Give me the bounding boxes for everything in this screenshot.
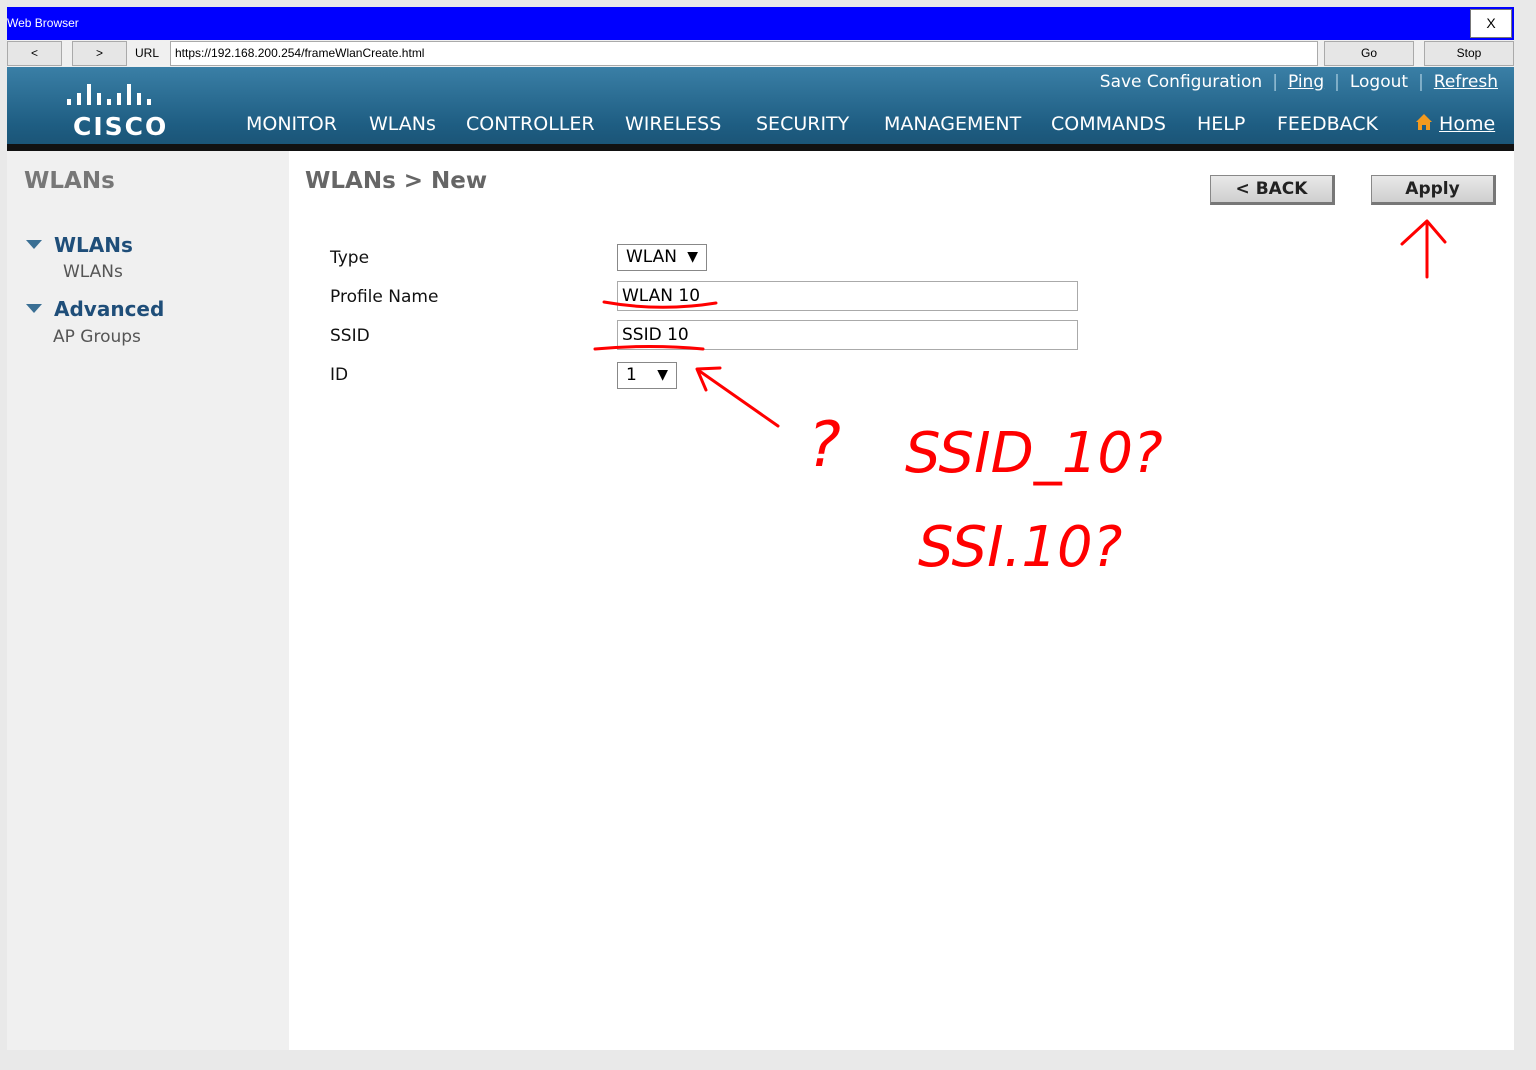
nav-monitor[interactable]: MONITOR [246, 113, 337, 135]
ping-link[interactable]: Ping [1288, 72, 1324, 92]
dropdown-arrow-icon: ▼ [687, 249, 698, 265]
cisco-wordmark: CISCO [73, 112, 168, 139]
nav-wlans[interactable]: WLANs [355, 113, 452, 151]
url-bar: < > URL https://192.168.200.254/frameWla… [7, 40, 1514, 67]
apply-button[interactable]: Apply [1371, 175, 1496, 205]
main-content: WLANs > New < BACK Apply Type WLAN ▼ Pro… [289, 151, 1514, 1050]
forward-nav-button[interactable]: > [72, 41, 127, 66]
app-header: CISCO Save Configuration | Ping | Logout | Ref… [7, 67, 1514, 151]
nav-commands[interactable]: COMMANDS [1051, 113, 1166, 135]
url-input[interactable]: https://192.168.200.254/frameWlanCreate.… [170, 41, 1318, 66]
type-select[interactable]: WLAN ▼ [617, 244, 707, 271]
cisco-logo: CISCO [65, 75, 175, 141]
logout-link[interactable]: Logout [1350, 72, 1408, 92]
sidebar-section-wlans[interactable]: WLANs [54, 233, 133, 257]
close-button[interactable]: X [1470, 9, 1512, 38]
nav-wireless[interactable]: WIRELESS [625, 113, 721, 135]
id-value: 1 [626, 365, 637, 385]
ssid-label: SSID [330, 326, 370, 346]
type-label: Type [330, 248, 370, 268]
nav-help[interactable]: HELP [1197, 113, 1245, 135]
go-button[interactable]: Go [1324, 41, 1414, 66]
refresh-link[interactable]: Refresh [1434, 72, 1498, 92]
collapse-triangle-icon[interactable] [26, 240, 42, 249]
sidebar-item-wlans[interactable]: WLANs [63, 262, 123, 282]
sidebar-section-advanced[interactable]: Advanced [54, 297, 164, 321]
nav-controller[interactable]: CONTROLLER [466, 113, 595, 135]
type-value: WLAN [626, 247, 678, 267]
sidebar-item-ap-groups[interactable]: AP Groups [53, 327, 141, 347]
nav-home[interactable]: Home [1415, 113, 1495, 135]
profile-name-input[interactable]: WLAN 10 [617, 281, 1078, 311]
back-button[interactable]: < BACK [1210, 175, 1335, 205]
back-nav-button[interactable]: < [7, 41, 62, 66]
ssid-input[interactable]: SSID 10 [617, 320, 1078, 350]
page-title: WLANs > New [305, 168, 488, 194]
window-title: Web Browser [7, 16, 79, 30]
save-configuration-link[interactable]: Save Configuration [1100, 72, 1262, 92]
home-icon [1416, 114, 1432, 130]
url-label: URL [135, 46, 160, 60]
browser-window: Web Browser X < > URL https://192.168.20… [7, 7, 1514, 1050]
sidebar-title: WLANs [24, 168, 115, 194]
nav-management[interactable]: MANAGEMENT [884, 113, 1021, 135]
header-divider [7, 144, 1514, 151]
collapse-triangle-icon[interactable] [26, 304, 42, 313]
sidebar: WLANs WLANs WLANs Advanced AP Groups [7, 151, 289, 1050]
dropdown-arrow-icon: ▼ [657, 367, 668, 383]
profile-name-label: Profile Name [330, 287, 439, 307]
nav-feedback[interactable]: FEEDBACK [1277, 113, 1378, 135]
stop-button[interactable]: Stop [1424, 41, 1514, 66]
id-select[interactable]: 1 ▼ [617, 362, 677, 389]
id-label: ID [330, 365, 349, 385]
title-bar: Web Browser X [7, 7, 1514, 40]
top-links: Save Configuration | Ping | Logout | Refresh [1099, 72, 1498, 92]
nav-security[interactable]: SECURITY [756, 113, 849, 135]
home-label: Home [1439, 113, 1496, 135]
